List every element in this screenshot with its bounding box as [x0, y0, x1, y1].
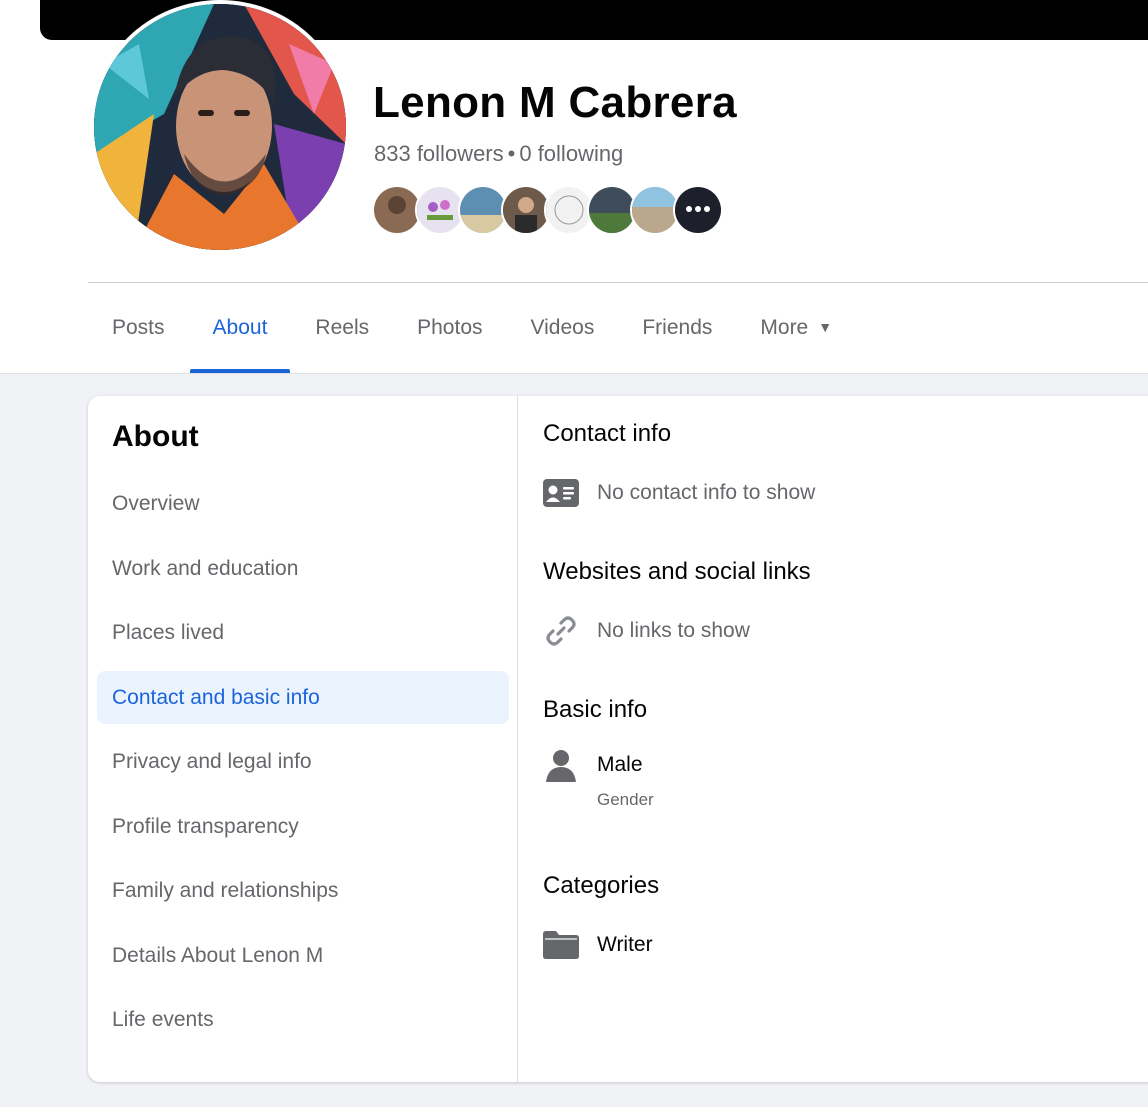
profile-picture-artwork	[94, 4, 346, 250]
friend-avatars	[372, 185, 723, 235]
tab-label: Friends	[642, 316, 713, 339]
folder-icon	[543, 927, 579, 963]
tab-label: Posts	[112, 316, 165, 339]
about-nav-item-places-lived[interactable]: Places lived	[97, 606, 509, 659]
profile-tabs: Posts About Reels Photos Videos Friends …	[88, 283, 856, 373]
following-link[interactable]: 0 following	[519, 141, 623, 166]
about-nav-item-overview[interactable]: Overview	[97, 477, 509, 530]
about-nav-item-contact-basic-info[interactable]: Contact and basic info	[97, 671, 509, 724]
gender-value: Male	[597, 753, 643, 776]
tab-label: More	[760, 316, 809, 339]
contact-card-icon	[543, 475, 579, 511]
about-nav: About Overview Work and education Places…	[88, 396, 518, 1082]
categories-title: Categories	[543, 872, 660, 899]
about-nav-item-details[interactable]: Details About Lenon M	[97, 929, 509, 982]
tab-label: About	[212, 316, 268, 339]
category-row: Writer	[543, 927, 653, 963]
profile-header: Lenon M Cabrera 833 followers • 0 followin…	[0, 0, 1148, 374]
tab-label: Photos	[417, 316, 483, 339]
about-content: Contact info No contact info to show Web…	[519, 396, 1148, 1082]
nav-item-label: Profile transparency	[112, 814, 299, 838]
contact-info-title: Contact info	[543, 420, 672, 447]
nav-item-label: Work and education	[112, 556, 299, 580]
websites-title: Websites and social links	[543, 558, 811, 585]
nav-item-label: Contact and basic info	[112, 685, 320, 709]
about-nav-item-privacy-legal[interactable]: Privacy and legal info	[97, 735, 509, 788]
nav-item-label: Privacy and legal info	[112, 749, 312, 773]
nav-item-label: Overview	[112, 491, 200, 515]
tab-more[interactable]: More ▼	[736, 283, 856, 373]
caret-down-icon: ▼	[818, 319, 833, 335]
followers-link[interactable]: 833 followers	[374, 141, 504, 166]
tab-about[interactable]: About	[189, 283, 292, 373]
about-nav-title: About	[112, 420, 199, 453]
contact-info-row: No contact info to show	[543, 475, 815, 511]
gender-row: Male	[543, 747, 643, 783]
about-nav-item-work-education[interactable]: Work and education	[97, 542, 509, 595]
gender-label: Gender	[597, 790, 654, 809]
tab-posts[interactable]: Posts	[88, 283, 189, 373]
tab-videos[interactable]: Videos	[507, 283, 619, 373]
nav-item-label: Places lived	[112, 620, 225, 644]
stats-separator: •	[507, 141, 516, 166]
category-value: Writer	[597, 933, 653, 956]
about-nav-item-life-events[interactable]: Life events	[97, 993, 509, 1046]
tab-photos[interactable]: Photos	[393, 283, 506, 373]
tab-label: Videos	[530, 316, 595, 339]
nav-item-label: Details About Lenon M	[112, 943, 324, 967]
nav-item-label: Life events	[112, 1007, 214, 1031]
tab-label: Reels	[315, 316, 370, 339]
friend-avatar[interactable]	[673, 185, 723, 235]
websites-row: No links to show	[543, 613, 750, 649]
about-nav-item-family-relationships[interactable]: Family and relationships	[97, 864, 509, 917]
profile-name: Lenon M Cabrera	[373, 78, 737, 127]
tab-reels[interactable]: Reels	[291, 283, 393, 373]
follow-stats: 833 followers • 0 following	[374, 141, 623, 167]
about-card: About Overview Work and education Places…	[88, 396, 1148, 1082]
contact-info-empty: No contact info to show	[597, 481, 816, 504]
basic-info-title: Basic info	[543, 696, 648, 723]
tab-friends[interactable]: Friends	[618, 283, 736, 373]
websites-empty: No links to show	[597, 619, 750, 642]
nav-item-label: Family and relationships	[112, 878, 339, 902]
profile-picture[interactable]	[90, 0, 350, 254]
about-nav-item-profile-transparency[interactable]: Profile transparency	[97, 800, 509, 853]
person-icon	[543, 747, 579, 783]
link-icon	[543, 613, 579, 649]
